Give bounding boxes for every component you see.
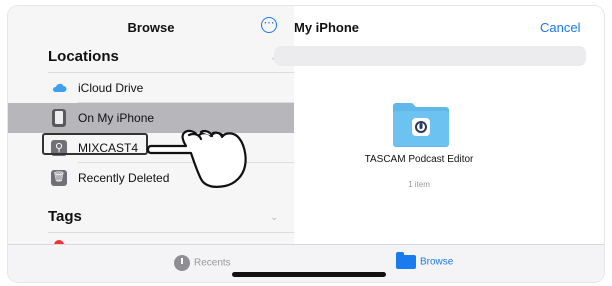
folder-icon [396,252,416,269]
tab-label: Browse [420,256,454,268]
callout-highlight [42,133,148,155]
tab-recents[interactable]: Recents [174,255,231,271]
sidebar-item-label: iCloud Drive [78,81,144,95]
cloud-icon [52,83,67,92]
folder-name[interactable]: TASCAM Podcast Editor [354,154,484,166]
tags-header[interactable]: Tags [48,208,82,225]
search-input[interactable] [274,46,586,66]
more-options-button[interactable]: ⋯ [261,17,277,33]
folder-icon[interactable] [391,100,451,148]
home-indicator [232,272,386,277]
clock-icon [174,255,190,271]
locations-header[interactable]: Locations [48,48,119,65]
folder-item-count: 1 item [408,180,430,189]
tab-browse[interactable]: Browse [396,252,454,269]
trash-icon: 🗑 [51,170,67,186]
file-picker-window: Browse ⋯ Locations ⌄ iCloud Drive On My … [8,6,604,282]
chevron-down-icon[interactable]: ⌄ [270,212,280,223]
tab-label: Recents [194,257,231,269]
divider [48,232,294,233]
sidebar-item-icloud-drive[interactable]: iCloud Drive [8,73,294,103]
pointing-hand-icon [146,129,247,188]
cancel-button[interactable]: Cancel [540,20,580,35]
phone-icon [51,109,67,127]
main-pane: My iPhone Cancel TASCAM Podcast Editor 1… [274,6,604,244]
sidebar-item-label: On My iPhone [78,111,155,125]
page-title: My iPhone [294,20,360,35]
sidebar-title: Browse [127,20,175,35]
